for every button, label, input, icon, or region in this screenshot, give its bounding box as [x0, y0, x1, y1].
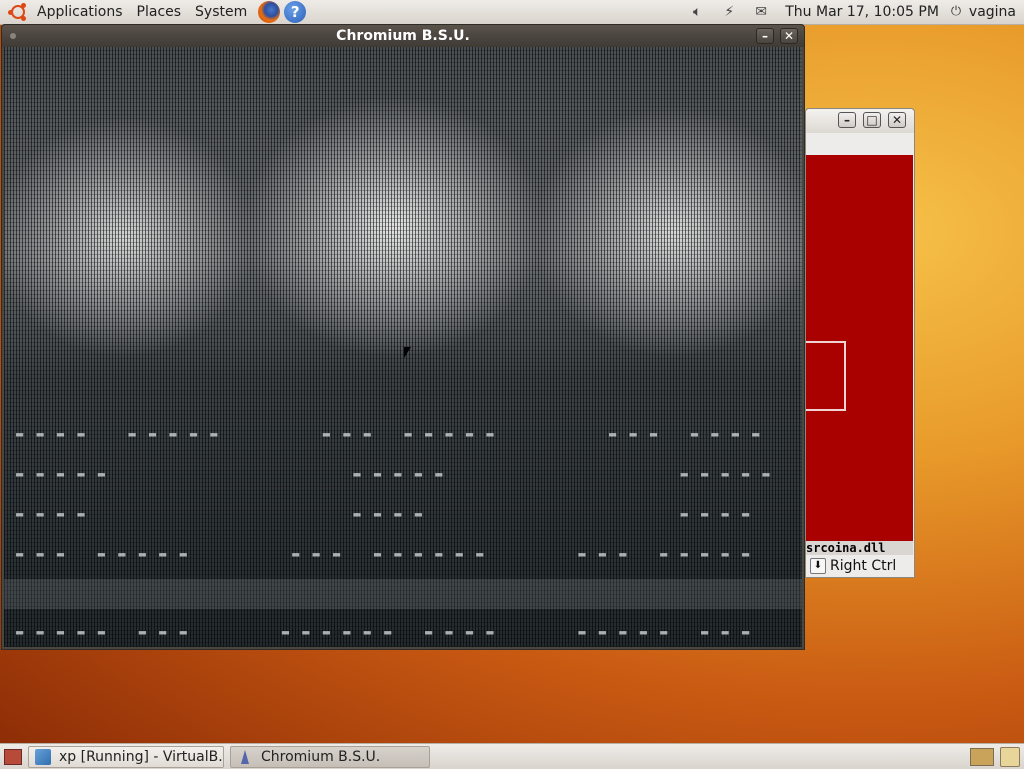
- vm-dialog-outline: [806, 341, 846, 411]
- chromium-minimize-button[interactable]: –: [756, 28, 774, 44]
- show-desktop-icon[interactable]: [4, 748, 22, 765]
- game-menu-row: ▬ ▬ ▬ ▬ ▬ ▬ ▬ ▬ ▬ ▬ ▬ ▬ ▬ ▬ ▬ ▬ ▬ ▬ ▬ ▬ …: [16, 547, 753, 561]
- host-key-indicator[interactable]: ⬇ Right Ctrl: [806, 555, 913, 577]
- power-icon: ⏻: [950, 4, 962, 19]
- mail-icon[interactable]: ✉︎: [751, 2, 771, 22]
- chromium-bsu-window[interactable]: Chromium B.S.U. – ✕ ▬ ▬ ▬ ▬ ▬ ▬ ▬ ▬ ▬ ▬ …: [1, 24, 805, 650]
- bottom-tray: [970, 746, 1024, 767]
- mouse-pointer-icon: [404, 347, 411, 358]
- bottom-panel: xp [Running] - VirtualB... Chromium B.S.…: [0, 743, 1024, 769]
- chromium-close-button[interactable]: ✕: [780, 28, 798, 44]
- game-menu-row: ▬ ▬ ▬ ▬ ▬ ▬ ▬ ▬ ▬ ▬ ▬ ▬ ▬ ▬ ▬: [16, 467, 773, 481]
- window-title: Chromium B.S.U.: [336, 28, 470, 44]
- vbox-minimize-button[interactable]: –: [838, 112, 856, 128]
- rocket-icon: [237, 749, 253, 765]
- host-key-label: Right Ctrl: [830, 558, 897, 574]
- vbox-titlebar[interactable]: – □ ✕: [806, 109, 914, 133]
- taskbar-item-label: Chromium B.S.U.: [261, 748, 381, 765]
- host-key-icon: ⬇: [810, 558, 826, 574]
- clock[interactable]: Thu Mar 17, 10:05 PM: [777, 4, 947, 20]
- system-tray: 🔈︎ ⚡︎ ✉︎ Thu Mar 17, 10:05 PM ⏻ vagina: [681, 0, 1024, 24]
- vm-display[interactable]: [806, 155, 913, 545]
- network-icon[interactable]: ⚡︎: [719, 2, 739, 22]
- taskbar-item-label: xp [Running] - VirtualB...: [59, 748, 224, 765]
- vm-boot-status-text: srcoina.dll: [806, 541, 913, 555]
- ubuntu-logo-icon[interactable]: [8, 2, 28, 22]
- volume-icon[interactable]: 🔈︎: [687, 2, 707, 22]
- user-menu[interactable]: ⏻ vagina: [947, 4, 1024, 20]
- chromium-titlebar[interactable]: Chromium B.S.U. – ✕: [2, 25, 804, 47]
- window-menu-icon[interactable]: [10, 33, 16, 39]
- taskbar-item-virtualbox[interactable]: xp [Running] - VirtualB...: [28, 745, 224, 768]
- firefox-icon[interactable]: [258, 1, 281, 23]
- workspace-switcher-icon[interactable]: [970, 747, 994, 766]
- main-menu-bar: Applications Places System ?: [0, 0, 307, 24]
- game-menu-row: ▬ ▬ ▬ ▬ ▬ ▬ ▬ ▬ ▬ ▬ ▬ ▬: [16, 507, 753, 521]
- virtualbox-icon: [35, 748, 51, 765]
- trash-icon[interactable]: [1000, 746, 1020, 767]
- game-menu-row: ▬ ▬ ▬ ▬ ▬ ▬ ▬ ▬ ▬ ▬ ▬ ▬ ▬ ▬ ▬ ▬ ▬ ▬ ▬ ▬ …: [16, 427, 763, 441]
- vbox-maximize-button[interactable]: □: [863, 112, 881, 128]
- menu-places[interactable]: Places: [130, 0, 189, 24]
- vbox-close-button[interactable]: ✕: [888, 112, 906, 128]
- help-icon[interactable]: ?: [284, 1, 307, 23]
- menu-system[interactable]: System: [188, 0, 254, 24]
- top-panel: Applications Places System ? 🔈︎ ⚡︎ ✉︎ Th…: [0, 0, 1024, 25]
- game-menu-row: ▬ ▬ ▬ ▬ ▬ ▬ ▬ ▬ ▬ ▬ ▬ ▬ ▬ ▬ ▬ ▬ ▬ ▬ ▬ ▬ …: [16, 625, 753, 639]
- game-menu-highlight[interactable]: [4, 579, 802, 609]
- menu-applications[interactable]: Applications: [30, 0, 130, 24]
- virtualbox-window[interactable]: – □ ✕ srcoina.dll ⬇ Right Ctrl: [805, 108, 915, 578]
- user-name: vagina: [968, 4, 1016, 20]
- game-canvas[interactable]: ▬ ▬ ▬ ▬ ▬ ▬ ▬ ▬ ▬ ▬ ▬ ▬ ▬ ▬ ▬ ▬ ▬ ▬ ▬ ▬ …: [4, 47, 802, 647]
- taskbar-item-chromium[interactable]: Chromium B.S.U.: [230, 745, 430, 768]
